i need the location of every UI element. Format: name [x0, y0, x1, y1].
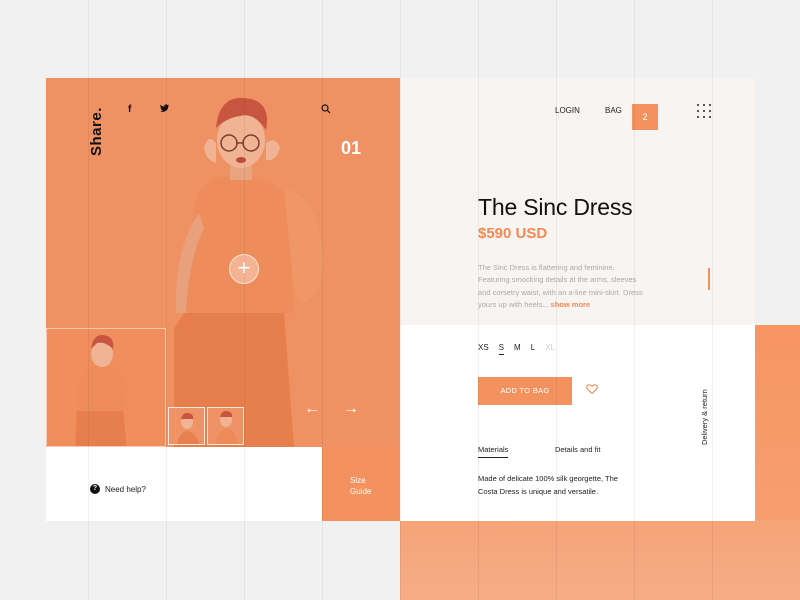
size-guide-line2: Guide [350, 487, 372, 496]
decor-orange-block-bottom [400, 520, 800, 600]
bag-link[interactable]: BAG [605, 106, 622, 115]
scroll-indicator [708, 268, 710, 290]
add-to-bag-button[interactable]: ADD TO BAG [478, 377, 572, 405]
heart-icon[interactable] [586, 383, 598, 395]
thumbnail-photo [177, 412, 199, 444]
brand-logo[interactable]: Share. [88, 107, 105, 156]
help-panel: ? Need help? [46, 447, 322, 521]
size-guide-line1: Size [350, 476, 366, 485]
thumbnail-photo [75, 334, 127, 446]
bag-count-badge[interactable]: 2 [632, 104, 658, 130]
tab-materials[interactable]: Materials [478, 445, 509, 458]
help-icon: ? [90, 484, 100, 494]
size-option-xs[interactable]: XS [478, 343, 489, 355]
slide-number: 01 [341, 138, 362, 158]
thumbnail-small-1[interactable] [168, 407, 205, 445]
menu-grid-icon[interactable] [697, 104, 711, 118]
show-more-link[interactable]: show more [551, 300, 591, 309]
next-arrow-icon[interactable]: → [343, 400, 359, 418]
prev-arrow-icon[interactable]: ← [304, 400, 320, 418]
thumbnail-photo [216, 410, 238, 444]
product-description: The Sinc Dress is flattering and feminin… [478, 262, 648, 311]
login-link[interactable]: LOGIN [555, 106, 580, 115]
size-option-l[interactable]: L [531, 343, 535, 355]
materials-description: Made of delicate 100% silk georgette, Th… [478, 474, 618, 496]
need-help-link[interactable]: ? Need help? [90, 484, 146, 494]
search-icon[interactable] [321, 104, 331, 114]
add-hotspot-button[interactable]: + [229, 254, 259, 284]
product-title: The Sinc Dress [478, 194, 633, 220]
size-option-m[interactable]: M [514, 343, 521, 355]
delivery-return-link[interactable]: Delivery & return [700, 389, 709, 445]
twitter-icon[interactable] [160, 104, 169, 115]
thumbnail-main[interactable] [46, 328, 166, 447]
thumbnail-small-2[interactable] [207, 407, 244, 445]
product-price: $590 USD [478, 225, 548, 242]
size-selector: XS S M L XL [478, 343, 565, 355]
size-guide-button[interactable]: Size Guide [322, 447, 400, 521]
need-help-label: Need help? [105, 484, 146, 494]
tab-details[interactable]: Details and fit [555, 445, 600, 454]
size-option-xl[interactable]: XL [545, 343, 555, 355]
size-option-s[interactable]: S [498, 343, 505, 355]
facebook-icon[interactable]: f [128, 104, 131, 115]
